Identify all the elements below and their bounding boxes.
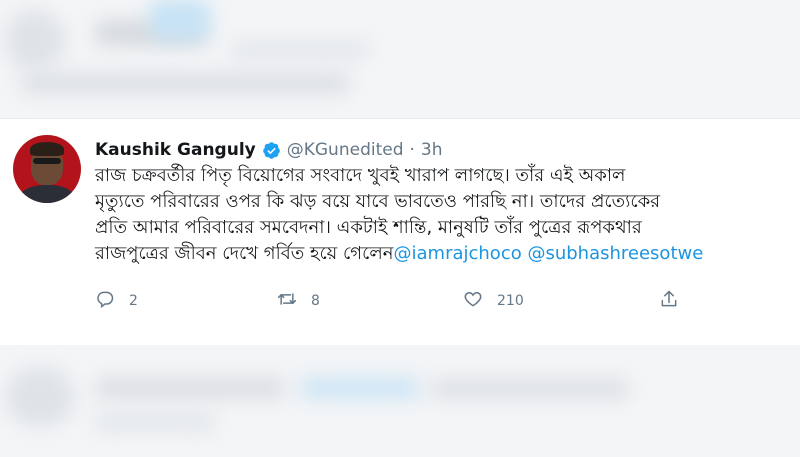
retweet-button[interactable]: 8 (277, 289, 320, 313)
separator-dot: · (409, 140, 415, 160)
tweet-actions: 2 8 210 (95, 289, 695, 313)
author-handle[interactable]: @KGunedited (287, 140, 404, 160)
share-button[interactable] (659, 289, 679, 313)
reply-count: 2 (129, 293, 138, 309)
tweet-text-line-last: রাজপুত্রের জীবন দেখে গর্বিত হয়ে গেলেন@i… (95, 241, 795, 267)
tweet-text-line: মৃত্যুতে পরিবারের ওপর কি ঝড় বয়ে যাবে ভ… (95, 191, 661, 212)
like-count: 210 (497, 293, 524, 309)
tweet-header: Kaushik Ganguly @KGunedited · 3h (95, 137, 443, 163)
heart-icon (463, 289, 483, 313)
blurred-previous-tweet (0, 0, 800, 118)
reply-icon (95, 289, 115, 313)
avatar[interactable] (13, 135, 81, 203)
author-name[interactable]: Kaushik Ganguly (95, 140, 256, 160)
tweet-text-line: প্রতি আমার পরিবারের সমবেদনা। একটাই শান্ত… (95, 217, 642, 238)
retweet-icon (277, 289, 297, 313)
mention-link[interactable]: @iamrajchoco (394, 243, 522, 264)
timestamp[interactable]: 3h (421, 140, 443, 160)
reply-button[interactable]: 2 (95, 289, 138, 313)
retweet-count: 8 (311, 293, 320, 309)
blurred-next-tweet (0, 345, 800, 457)
tweet-text-line: রাজ চক্রবর্তীর পিতৃ বিয়োগের সংবাদে খুবই… (95, 165, 626, 186)
tweet-card[interactable]: Kaushik Ganguly @KGunedited · 3h রাজ চক্… (0, 118, 800, 346)
like-button[interactable]: 210 (463, 289, 524, 313)
mention-link[interactable]: @subhashreesotwe (527, 243, 703, 264)
tweet-text: রাজ চক্রবর্তীর পিতৃ বিয়োগের সংবাদে খুবই… (95, 163, 795, 267)
verified-icon (262, 141, 281, 160)
tweet-text-fragment: রাজপুত্রের জীবন দেখে গর্বিত হয়ে গেলেন (95, 243, 394, 264)
share-icon (659, 289, 679, 313)
